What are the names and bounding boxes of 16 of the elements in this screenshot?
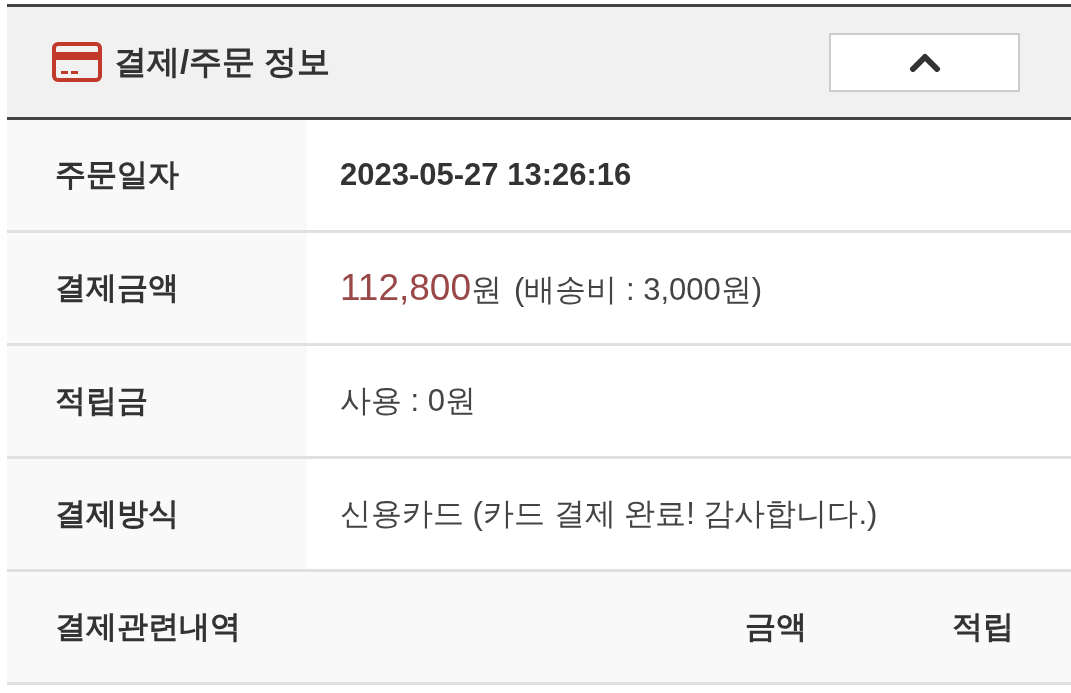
- row-label: 결제방식: [55, 494, 179, 533]
- collapse-button[interactable]: [829, 32, 1020, 92]
- section-title: 결제/주문 정보: [114, 42, 331, 83]
- row-label: 주문일자: [55, 155, 179, 194]
- order-date-value: 2023-05-27 13:26:16: [340, 155, 632, 194]
- column-header: 금액: [744, 607, 807, 646]
- payment-amount: 112,800: [340, 266, 471, 311]
- credit-card-icon: [52, 42, 102, 82]
- row-label: 결제금액: [55, 268, 179, 307]
- row-value: 사용 : 0원: [340, 381, 477, 420]
- row-label: 적립금: [55, 381, 148, 420]
- row-value: 신용카드 (카드 결제 완료! 감사합니다.): [340, 494, 878, 533]
- shipping-fee-note: (배송비 : 3,000원): [514, 271, 763, 310]
- column-header: 적립: [951, 607, 1014, 646]
- column-header: 결제관련내역: [55, 607, 242, 646]
- currency-unit: 원: [471, 271, 502, 310]
